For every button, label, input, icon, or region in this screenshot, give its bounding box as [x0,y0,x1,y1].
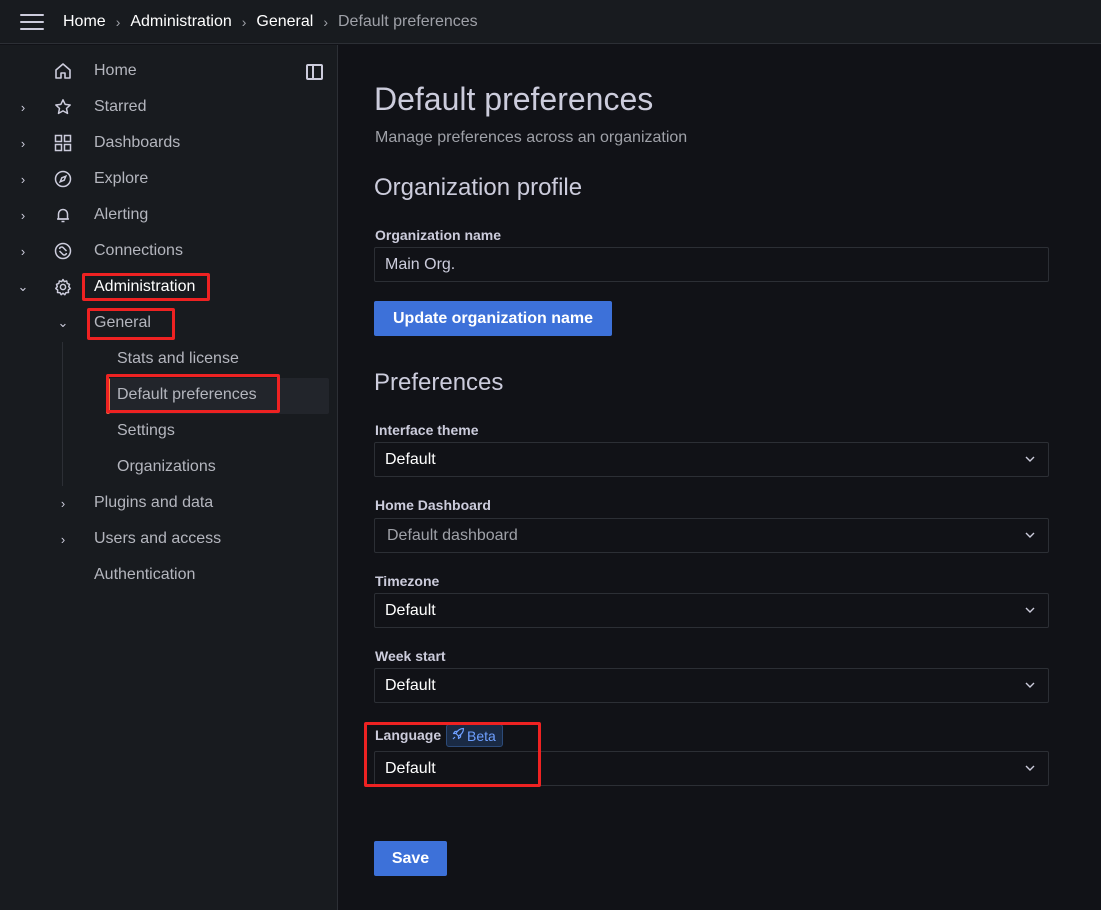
organization-name-label: Organization name [375,227,502,243]
sidebar-item-starred[interactable]: › Starred [0,89,330,125]
interface-theme-select[interactable]: Default [374,442,1049,477]
select-value: Default [385,759,436,777]
sidebar-item-default-preferences[interactable]: Default preferences [0,377,330,413]
sidebar-item-plugins-and-data[interactable]: › Plugins and data [0,485,330,521]
language-select[interactable]: Default [374,751,1049,786]
beta-badge: Beta [446,724,503,747]
sidebar-item-label: Default preferences [117,386,257,403]
sidebar-item-label: Explore [94,170,149,187]
home-dashboard-label: Home Dashboard [375,497,491,513]
sidebar-item-administration[interactable]: ⌄ Administration [0,269,330,305]
chevron-right-icon[interactable]: › [56,485,70,521]
page-subtitle: Manage preferences across an organizatio… [375,129,688,146]
bell-icon [53,205,73,225]
main-content: Default preferences Manage preferences a… [339,45,1101,910]
week-start-select[interactable]: Default [374,668,1049,703]
sidebar-item-label: Connections [94,242,183,259]
chevron-down-icon [1024,604,1036,616]
breadcrumb-separator: › [241,14,247,30]
chevron-right-icon[interactable]: › [16,161,30,197]
select-value: Default [385,601,436,619]
compass-icon [53,169,73,189]
chevron-right-icon[interactable]: › [16,89,30,125]
language-label: Language [375,727,442,743]
home-icon [53,61,73,81]
sidebar-item-label: Alerting [94,206,149,223]
sidebar: Home › Starred › Dashboards › Explore › … [0,45,338,910]
week-start-label: Week start [375,648,446,664]
sidebar-item-authentication[interactable]: Authentication [0,557,330,593]
breadcrumb-general[interactable]: General [256,13,313,31]
sidebar-item-home[interactable]: Home [0,53,330,89]
home-dashboard-select[interactable]: Default dashboard [374,518,1049,553]
breadcrumb-home[interactable]: Home [63,13,106,31]
chevron-right-icon[interactable]: › [16,233,30,269]
chevron-right-icon[interactable]: › [16,197,30,233]
sidebar-item-alerting[interactable]: › Alerting [0,197,330,233]
breadcrumb-separator: › [115,14,121,30]
star-icon [53,97,73,117]
sidebar-item-label: Administration [94,278,196,295]
chevron-down-icon [1024,453,1036,465]
sidebar-item-stats-and-license[interactable]: Stats and license [0,341,330,377]
select-value: Default [385,450,436,468]
sidebar-item-organizations[interactable]: Organizations [0,449,330,485]
chevron-down-icon[interactable]: ⌄ [56,305,70,341]
select-placeholder: Default dashboard [387,526,518,544]
page-title: Default preferences [374,81,654,117]
sidebar-item-dashboards[interactable]: › Dashboards [0,125,330,161]
chevron-down-icon [1024,679,1036,691]
save-button[interactable]: Save [374,841,447,876]
chevron-right-icon[interactable]: › [16,125,30,161]
rocket-icon [451,727,465,744]
gear-icon [53,277,73,297]
sidebar-item-users-and-access[interactable]: › Users and access [0,521,330,557]
chevron-right-icon[interactable]: › [56,521,70,557]
organization-name-input[interactable] [374,247,1049,282]
select-value: Default [385,676,436,694]
top-bar: Home › Administration › General › Defaul… [0,0,1101,44]
beta-badge-label: Beta [467,727,496,744]
timezone-select[interactable]: Default [374,593,1049,628]
sidebar-item-explore[interactable]: › Explore [0,161,330,197]
sidebar-item-label: Starred [94,98,147,115]
sidebar-item-general[interactable]: ⌄ General [0,305,330,341]
menu-icon[interactable] [20,13,44,31]
chevron-down-icon [1024,762,1036,774]
breadcrumb-separator: › [323,14,328,30]
sidebar-item-settings[interactable]: Settings [0,413,330,449]
sidebar-item-connections[interactable]: › Connections [0,233,330,269]
breadcrumb: Home › Administration › General › Defaul… [63,0,478,44]
breadcrumb-current: Default preferences [338,13,478,30]
sidebar-item-label: Plugins and data [94,494,214,511]
sidebar-item-label: Home [94,62,137,79]
sidebar-item-label: Stats and license [117,350,239,367]
chevron-down-icon[interactable]: ⌄ [16,269,30,305]
section-title-preferences: Preferences [374,369,504,396]
connections-icon [53,241,73,261]
interface-theme-label: Interface theme [375,422,479,438]
breadcrumb-administration[interactable]: Administration [130,13,231,31]
chevron-down-icon [1024,529,1036,541]
section-title-organization-profile: Organization profile [374,174,583,201]
update-organization-name-button[interactable]: Update organization name [374,301,612,336]
sidebar-item-label: Users and access [94,530,222,547]
sidebar-item-label: Settings [117,422,175,439]
sidebar-item-label: Authentication [94,566,196,583]
dashboards-grid-icon [53,133,73,153]
timezone-label: Timezone [375,573,440,589]
sidebar-item-label: General [94,314,151,331]
sidebar-item-label: Organizations [117,458,216,475]
sidebar-item-label: Dashboards [94,134,181,151]
